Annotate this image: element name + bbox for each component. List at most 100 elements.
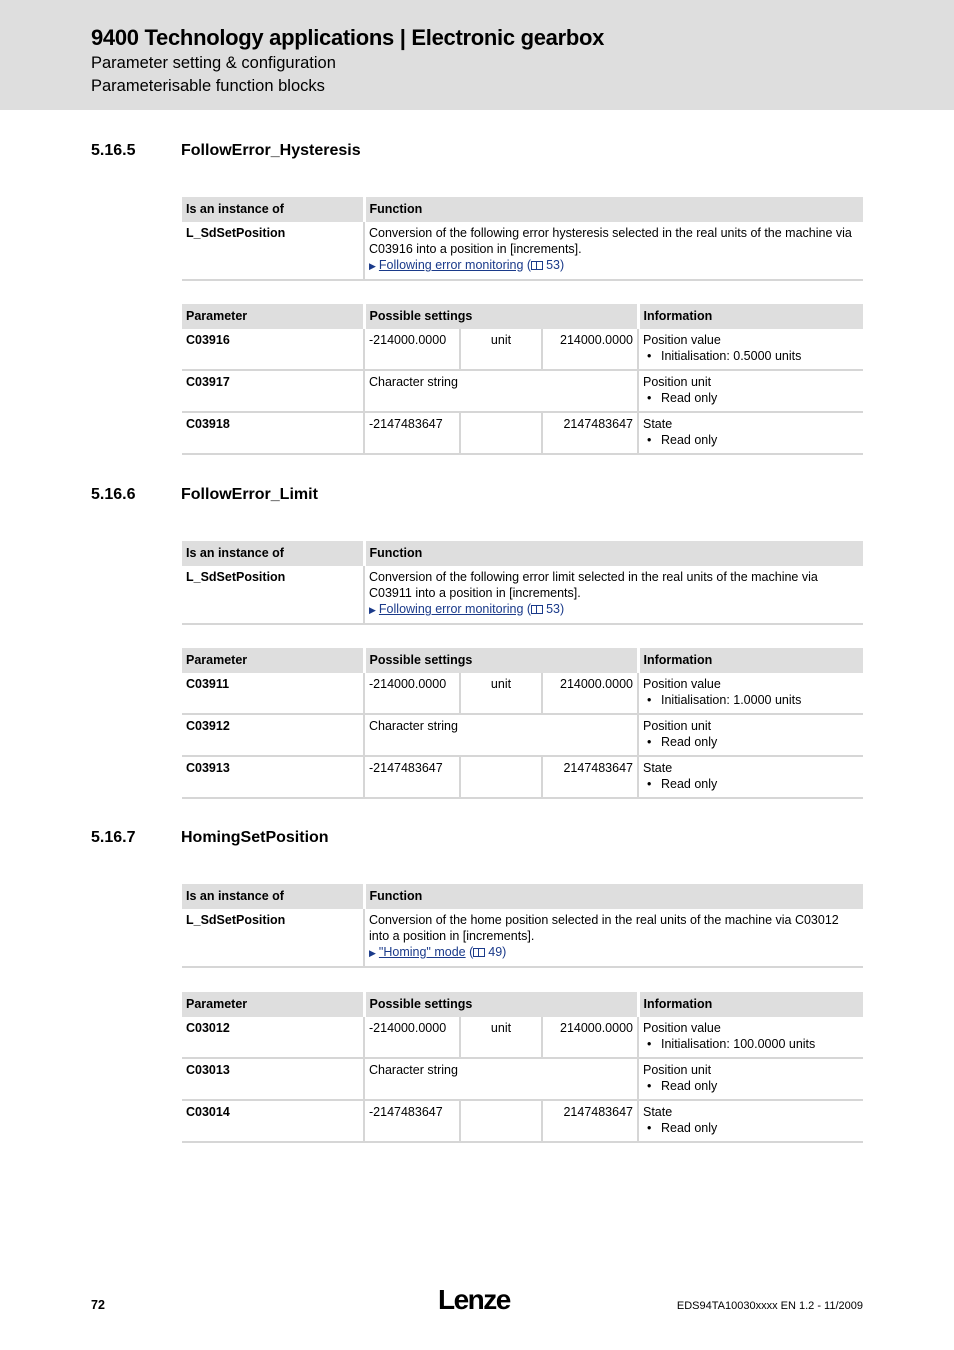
- info-bullet: Read only: [643, 432, 859, 448]
- table-row: C03916 -214000.0000 unit 214000.0000 Positio…: [182, 329, 863, 371]
- section-subtitle: Parameterisable function blocks: [91, 77, 325, 95]
- document-title: 9400 Technology applications | Electroni…: [91, 25, 605, 50]
- section-number: 5.16.7: [91, 829, 136, 846]
- table-row: C03912Character stringPosition unitRead …: [182, 714, 863, 757]
- min-value: -214000.0000: [364, 673, 461, 715]
- page-reference[interactable]: 53): [546, 258, 564, 272]
- cross-reference: ▶ Following error monitoring (53): [369, 601, 859, 618]
- arrow-right-icon: ▶: [369, 261, 376, 271]
- setting-text: Character string: [364, 370, 639, 413]
- column-header: Is an instance of: [182, 884, 366, 909]
- section-title: FollowError_Limit: [181, 486, 318, 503]
- parameter-code: C03913: [182, 756, 365, 799]
- page-reference[interactable]: 53): [546, 602, 564, 616]
- function-cell: Conversion of the following error limit …: [364, 566, 863, 625]
- max-value: 2147483647: [542, 1100, 639, 1143]
- table-row: C03013Character stringPosition unitRead …: [182, 1058, 863, 1101]
- book-icon: [531, 605, 544, 614]
- instance-name: L_SdSetPosition: [182, 222, 365, 281]
- setting-text: Character string: [364, 714, 639, 757]
- column-header: Information: [638, 992, 863, 1017]
- column-header: Parameter: [182, 992, 366, 1017]
- section-number: 5.16.5: [91, 142, 136, 159]
- info-label: Position value: [643, 677, 721, 691]
- info-bullet: Read only: [643, 776, 859, 792]
- parameter-code: C03911: [182, 673, 365, 715]
- parameter-code: C03013: [182, 1058, 365, 1101]
- info-bullet: Initialisation: 0.5000 units: [643, 348, 859, 364]
- column-header: Is an instance of: [182, 197, 366, 222]
- info-label: State: [643, 1105, 673, 1119]
- information-cell: Position valueInitialisation: 1.0000 uni…: [638, 673, 863, 715]
- information-cell: StateRead only: [638, 1100, 863, 1143]
- cross-reference-link[interactable]: Following error monitoring: [379, 602, 524, 616]
- page-reference[interactable]: 49): [488, 945, 506, 959]
- section-heading: 5.16.5 FollowError_Hysteresis: [91, 142, 361, 160]
- information-cell: Position valueInitialisation: 0.5000 uni…: [638, 329, 863, 371]
- book-icon: [473, 948, 486, 957]
- column-header: Parameter: [182, 304, 366, 329]
- parameter-table: Parameter Possible settings Information C03…: [182, 648, 863, 799]
- info-bullet: Initialisation: 100.0000 units: [643, 1036, 859, 1052]
- min-value: -214000.0000: [364, 329, 461, 371]
- column-header: Function: [364, 884, 863, 909]
- information-cell: Position valueInitialisation: 100.0000 u…: [638, 1017, 863, 1059]
- cross-reference-link[interactable]: "Homing" mode: [379, 945, 466, 959]
- column-header: Parameter: [182, 648, 366, 673]
- unit-value: [460, 1100, 543, 1143]
- column-header: Is an instance of: [182, 541, 366, 566]
- section-number: 5.16.6: [91, 486, 136, 503]
- info-label: Position value: [643, 333, 721, 347]
- info-label: Position value: [643, 1021, 721, 1035]
- chapter-subtitle: Parameter setting & configuration: [91, 54, 336, 72]
- function-description: Conversion of the home position selected…: [369, 913, 839, 943]
- parameter-code: C03917: [182, 370, 365, 413]
- min-value: -2147483647: [364, 412, 461, 455]
- section-heading: 5.16.6 FollowError_Limit: [91, 486, 318, 504]
- function-cell: Conversion of the following error hyster…: [364, 222, 863, 281]
- information-cell: Position unitRead only: [638, 1058, 863, 1101]
- column-header: Function: [364, 197, 863, 222]
- info-label: Position unit: [643, 719, 712, 733]
- cross-reference-link[interactable]: Following error monitoring: [379, 258, 524, 272]
- column-header: Information: [638, 304, 863, 329]
- table-row: C03911 -214000.0000 unit 214000.0000 Positio…: [182, 673, 863, 715]
- parameter-code: C03912: [182, 714, 365, 757]
- table-row: C03913-21474836472147483647StateRead onl…: [182, 756, 863, 799]
- parameter-code: C03918: [182, 412, 365, 455]
- book-icon: [531, 261, 544, 270]
- unit-value: [460, 756, 543, 799]
- function-description: Conversion of the following error limit …: [369, 570, 818, 600]
- info-bullet: Read only: [643, 1078, 859, 1094]
- parameter-table: Parameter Possible settings Information C03…: [182, 992, 863, 1143]
- instance-table: Is an instance of Function L_SdSetPositio…: [182, 884, 863, 968]
- info-bullet: Read only: [643, 390, 859, 406]
- page-header: 9400 Technology applications | Electroni…: [0, 0, 954, 110]
- instance-name: L_SdSetPosition: [182, 909, 365, 968]
- min-value: -2147483647: [364, 756, 461, 799]
- document-reference: EDS94TA10030xxxx EN 1.2 - 11/2009: [676, 1300, 863, 1312]
- information-cell: Position unitRead only: [638, 714, 863, 757]
- unit-value: unit: [460, 673, 543, 715]
- max-value: 2147483647: [542, 412, 639, 455]
- page-number: 72: [91, 1298, 105, 1312]
- instance-name: L_SdSetPosition: [182, 566, 365, 625]
- section-title: FollowError_Hysteresis: [181, 142, 361, 159]
- cross-reference: ▶ "Homing" mode (49): [369, 944, 859, 961]
- unit-value: [460, 412, 543, 455]
- parameter-table: Parameter Possible settings Information C03…: [182, 304, 863, 455]
- min-value: -2147483647: [364, 1100, 461, 1143]
- column-header: Possible settings: [364, 648, 640, 673]
- max-value: 214000.0000: [542, 1017, 639, 1059]
- info-label: State: [643, 417, 673, 431]
- column-header: Possible settings: [364, 304, 640, 329]
- parameter-code: C03916: [182, 329, 365, 371]
- cross-reference: ▶ Following error monitoring (53): [369, 257, 859, 274]
- instance-table: Is an instance of Function L_SdSetPositio…: [182, 541, 863, 625]
- table-row: C03014-21474836472147483647StateRead onl…: [182, 1100, 863, 1143]
- info-label: Position unit: [643, 1063, 712, 1077]
- arrow-right-icon: ▶: [369, 948, 376, 958]
- info-bullet: Read only: [643, 1120, 859, 1136]
- lenze-logo: Lenze: [438, 1284, 511, 1315]
- info-label: Position unit: [643, 375, 712, 389]
